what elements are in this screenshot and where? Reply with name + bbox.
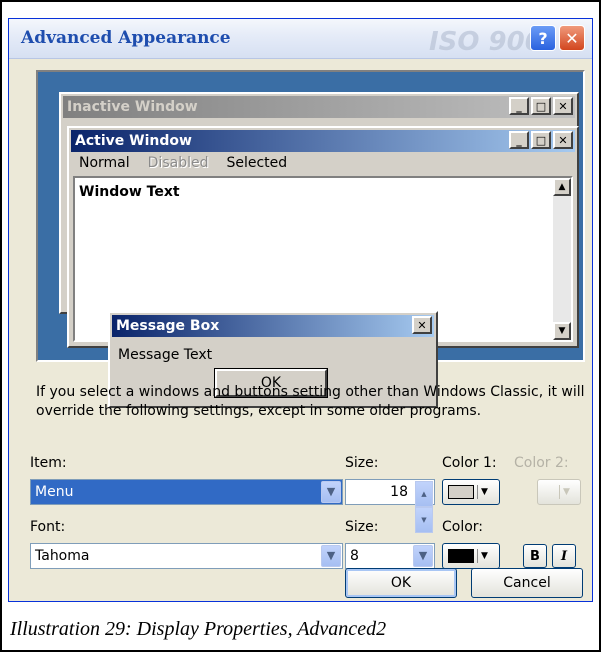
- message-box-title[interactable]: Message Box: [112, 315, 434, 337]
- minimize-icon: _: [509, 97, 529, 115]
- font-label: Font:: [30, 519, 66, 535]
- font-dropdown[interactable]: Tahoma ▼: [30, 543, 343, 569]
- preview-scrollbar[interactable]: ▲ ▼: [553, 178, 571, 340]
- font-size-value: 8: [350, 548, 359, 564]
- maximize-icon: □: [531, 131, 551, 149]
- message-text[interactable]: Message Text: [118, 347, 212, 363]
- close-icon: ✕: [412, 316, 432, 334]
- minimize-icon: _: [509, 131, 529, 149]
- iso-watermark: ISO 900: [429, 27, 543, 57]
- inactive-window-title[interactable]: Inactive Window: [63, 96, 575, 118]
- close-icon: ✕: [553, 131, 573, 149]
- window-text-label: Window Text: [79, 184, 180, 200]
- font-color-button[interactable]: ▼: [442, 543, 500, 569]
- bold-button[interactable]: B: [523, 544, 547, 568]
- chevron-down-icon: ▼: [413, 545, 433, 567]
- maximize-icon: □: [531, 97, 551, 115]
- menu-disabled[interactable]: Disabled: [148, 155, 209, 171]
- advanced-appearance-dialog: Advanced Appearance ISO 900 ? ✕ Inactive…: [8, 18, 593, 602]
- color2-button[interactable]: ▼: [537, 479, 581, 505]
- caret-down-icon: ▼: [481, 551, 488, 561]
- font-color-swatch: [448, 549, 474, 563]
- chevron-down-icon: ▼: [321, 545, 341, 567]
- font-size-dropdown[interactable]: 8 ▼: [345, 543, 435, 569]
- preview-menubar: Normal Disabled Selected: [71, 152, 575, 174]
- scroll-up-icon: ▲: [553, 178, 571, 196]
- scroll-down-icon: ▼: [553, 322, 571, 340]
- color1-label: Color 1:: [442, 455, 497, 471]
- item-dropdown[interactable]: Menu ▼: [30, 479, 343, 505]
- ok-button[interactable]: OK: [345, 568, 457, 598]
- cancel-button[interactable]: Cancel: [471, 568, 583, 598]
- color2-label: Color 2:: [514, 455, 569, 471]
- color1-swatch: [448, 485, 474, 499]
- item-size-spinner[interactable]: 18 ▲ ▼: [345, 479, 435, 533]
- item-size-label: Size:: [345, 455, 379, 471]
- close-icon: ✕: [553, 97, 573, 115]
- appearance-preview[interactable]: Inactive Window _ □ ✕ Active Window _ □ …: [36, 70, 585, 408]
- dialog-title: Advanced Appearance: [21, 28, 231, 48]
- item-label: Item:: [30, 455, 67, 471]
- info-text: If you select a windows and buttons sett…: [36, 384, 585, 419]
- chevron-down-icon: ▼: [321, 481, 341, 503]
- color1-button[interactable]: ▼: [442, 479, 500, 505]
- close-button[interactable]: ✕: [559, 25, 585, 51]
- item-size-value: 18: [390, 484, 408, 500]
- item-value: Menu: [35, 484, 74, 500]
- font-value: Tahoma: [35, 548, 90, 564]
- active-window-title[interactable]: Active Window: [71, 130, 575, 152]
- caret-down-icon: ▼: [481, 487, 488, 497]
- menu-normal[interactable]: Normal: [79, 155, 130, 171]
- spin-down-icon[interactable]: ▼: [415, 507, 433, 533]
- italic-button[interactable]: I: [552, 544, 576, 568]
- help-button[interactable]: ?: [530, 25, 556, 51]
- caret-down-icon: ▼: [563, 487, 570, 497]
- spin-up-icon[interactable]: ▲: [415, 481, 433, 507]
- illustration-caption: Illustration 29: Display Properties, Adv…: [10, 618, 387, 640]
- title-bar[interactable]: Advanced Appearance ISO 900 ? ✕: [9, 19, 592, 59]
- font-color-label: Color:: [442, 519, 484, 535]
- font-size-label: Size:: [345, 519, 379, 535]
- menu-selected[interactable]: Selected: [226, 155, 287, 171]
